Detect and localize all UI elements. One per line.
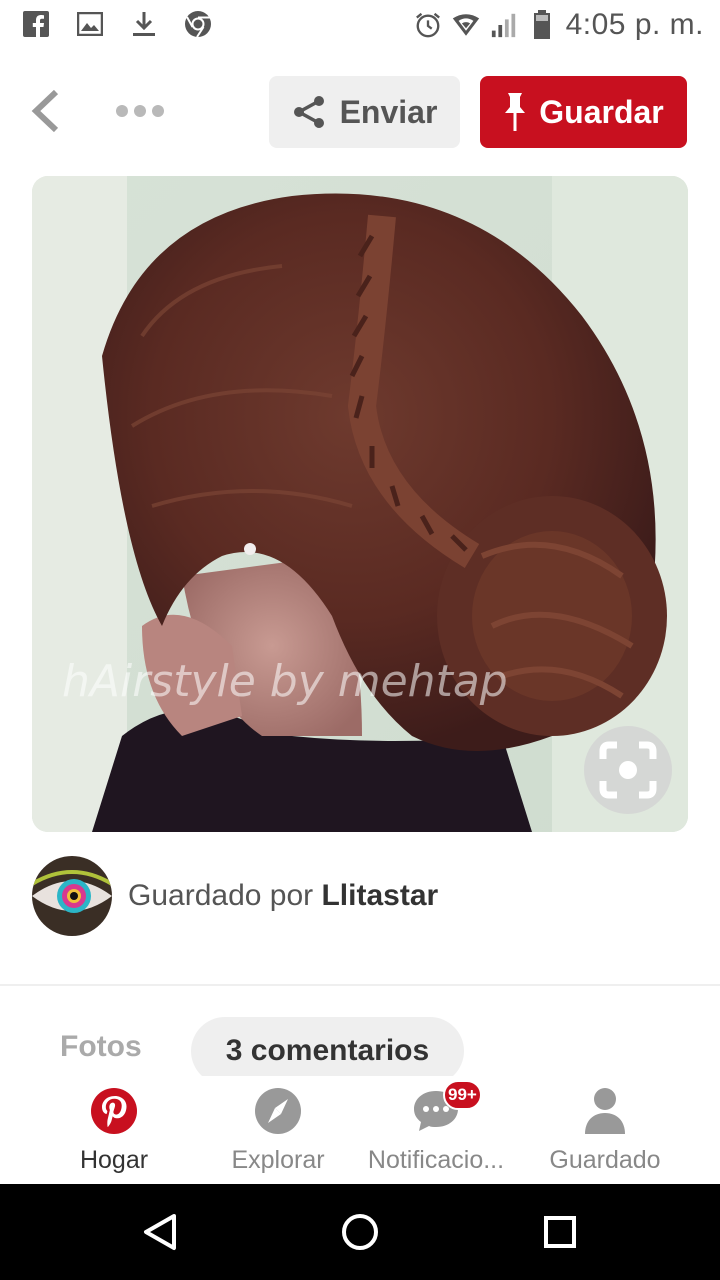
visual-search-button[interactable] [584,726,672,814]
dot-icon [116,105,128,117]
signal-icon [490,11,518,39]
pin-image[interactable]: hAirstyle by mehtap [32,176,688,832]
watermark-text: hAirstyle by mehtap [62,656,508,707]
hairstyle-photo: hAirstyle by mehtap [32,176,688,832]
dot-icon [134,105,146,117]
chevron-left-icon [31,89,59,133]
nav-label-explore: Explorar [231,1146,325,1174]
share-icon [293,96,324,128]
saved-by-row[interactable]: Guardado por Llitastar [32,856,688,936]
tab-photos[interactable]: Fotos [60,1030,142,1064]
lens-icon [599,741,657,799]
pinterest-icon [89,1086,139,1136]
bottom-navigation: Hogar Explorar 99+ Notificacio... Guarda… [0,1076,720,1184]
triangle-back-icon [144,1214,176,1250]
wifi-icon [452,11,480,39]
pushpin-icon [505,93,526,131]
alarm-icon [414,11,442,39]
save-button[interactable]: Guardar [480,76,687,148]
battery-icon [528,10,556,39]
clock-time: 4:05 p. m. [565,8,704,41]
dot-icon [152,105,164,117]
saved-by-text: Guardado por Llitastar [128,879,438,913]
circle-home-icon [342,1214,378,1250]
nav-label-home: Hogar [79,1146,149,1174]
avatar[interactable] [32,856,112,936]
download-icon [130,10,158,38]
nav-label-saved: Guardado [549,1146,661,1174]
nav-label-notifications: Notificacio... [367,1146,505,1174]
status-bar: 4:05 p. m. [0,0,720,50]
system-recents-button[interactable] [538,1210,582,1254]
divider [0,984,720,986]
person-icon [580,1086,630,1136]
notification-badge: 99+ [443,1080,482,1110]
eye-avatar-image [32,856,112,936]
saved-by-prefix: Guardado por [128,879,314,912]
chat-icon: 99+ [411,1080,482,1136]
nav-item-explore[interactable]: Explorar [193,1086,363,1182]
send-button[interactable]: Enviar [269,76,460,148]
back-button[interactable] [28,88,64,134]
chrome-icon [184,10,212,38]
compass-icon [253,1086,303,1136]
system-home-button[interactable] [338,1210,382,1254]
image-icon [76,10,104,38]
system-navigation-bar [0,1184,720,1280]
more-options-button[interactable] [116,96,176,126]
pin-action-bar: Enviar Guardar [0,66,720,158]
send-button-label: Enviar [339,93,438,130]
saved-by-username[interactable]: Llitastar [321,879,438,912]
save-button-label: Guardar [539,93,664,130]
nav-item-saved[interactable]: Guardado [520,1086,690,1182]
system-back-button[interactable] [138,1210,182,1254]
facebook-icon [22,10,50,38]
tab-comments[interactable]: 3 comentarios [191,1017,464,1085]
nav-item-home[interactable]: Hogar [29,1086,199,1182]
nav-item-notifications[interactable]: 99+ Notificacio... [351,1080,521,1182]
square-recents-icon [544,1216,576,1248]
